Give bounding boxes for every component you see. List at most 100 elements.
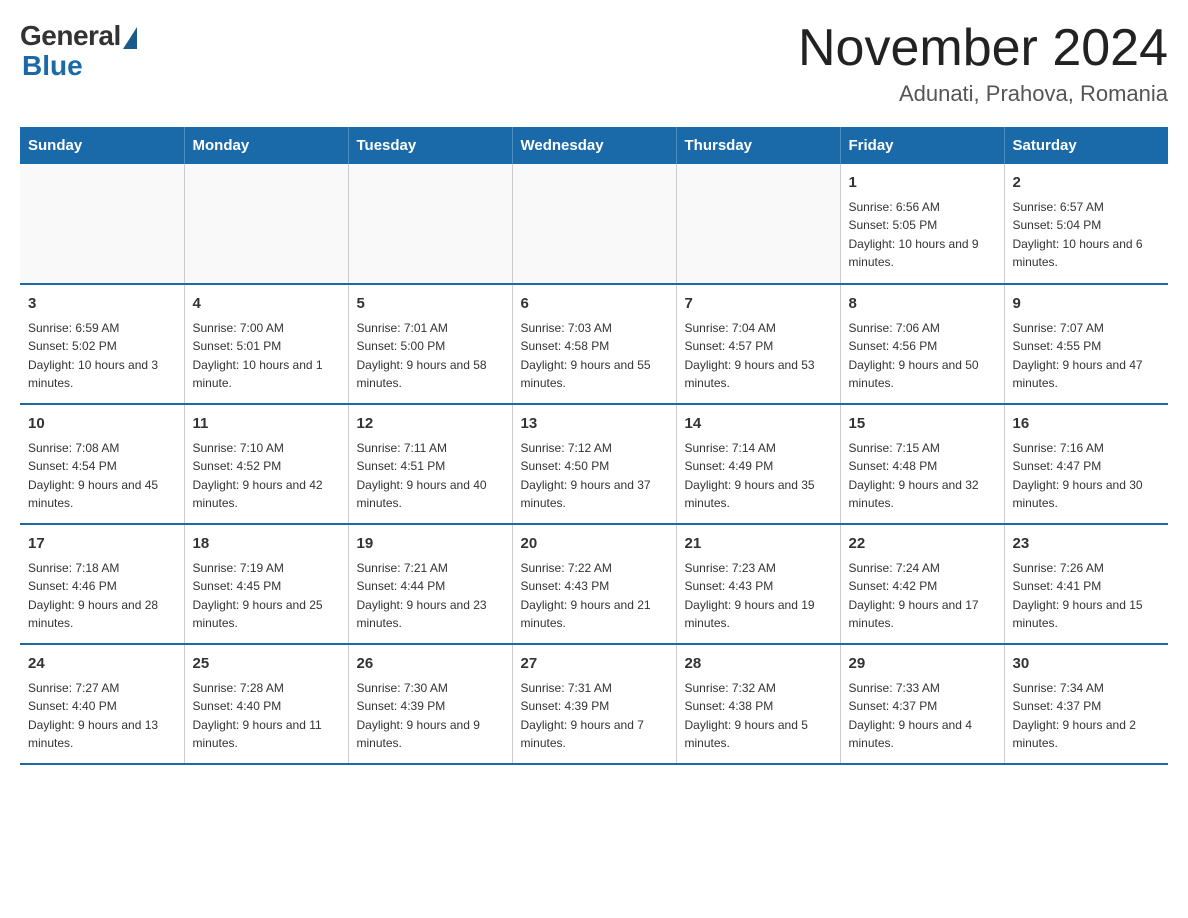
day-info: Sunrise: 7:07 AMSunset: 4:55 PMDaylight:…: [1013, 319, 1161, 393]
day-number: 7: [685, 293, 832, 316]
day-number: 23: [1013, 533, 1161, 556]
day-number: 28: [685, 653, 832, 676]
day-number: 11: [193, 413, 340, 436]
calendar-cell: 27Sunrise: 7:31 AMSunset: 4:39 PMDayligh…: [512, 644, 676, 764]
day-info: Sunrise: 7:27 AMSunset: 4:40 PMDaylight:…: [28, 679, 176, 753]
day-info: Sunrise: 7:34 AMSunset: 4:37 PMDaylight:…: [1013, 679, 1161, 753]
day-info: Sunrise: 7:18 AMSunset: 4:46 PMDaylight:…: [28, 559, 176, 633]
day-header-saturday: Saturday: [1004, 127, 1168, 164]
day-number: 6: [521, 293, 668, 316]
day-info: Sunrise: 6:56 AMSunset: 5:05 PMDaylight:…: [849, 198, 996, 272]
day-info: Sunrise: 7:12 AMSunset: 4:50 PMDaylight:…: [521, 439, 668, 513]
day-number: 19: [357, 533, 504, 556]
week-row-0: 1 Sunrise: 6:56 AMSunset: 5:05 PMDaylight…: [20, 164, 1168, 284]
calendar-cell: 20 Sunrise: 7:22 AMSunset: 4:43 PMDayligh…: [512, 524, 676, 644]
calendar-cell: 21Sunrise: 7:23 AMSunset: 4:43 PMDayligh…: [676, 524, 840, 644]
day-number: 29: [849, 653, 996, 676]
day-number: 20: [521, 533, 668, 556]
day-number: 17: [28, 533, 176, 556]
logo-triangle-icon: [123, 27, 137, 49]
calendar-cell: [348, 164, 512, 284]
day-info: Sunrise: 7:04 AMSunset: 4:57 PMDaylight:…: [685, 319, 832, 393]
day-number: 3: [28, 293, 176, 316]
day-number: 4: [193, 293, 340, 316]
day-header-friday: Friday: [840, 127, 1004, 164]
day-info: Sunrise: 7:19 AMSunset: 4:45 PMDaylight:…: [193, 559, 340, 633]
calendar-cell: 17 Sunrise: 7:18 AMSunset: 4:46 PMDayligh…: [20, 524, 184, 644]
calendar-cell: 6Sunrise: 7:03 AMSunset: 4:58 PMDaylight…: [512, 284, 676, 404]
calendar-cell: [184, 164, 348, 284]
day-number: 8: [849, 293, 996, 316]
day-header-monday: Monday: [184, 127, 348, 164]
day-info: Sunrise: 7:06 AMSunset: 4:56 PMDaylight:…: [849, 319, 996, 393]
day-header-tuesday: Tuesday: [348, 127, 512, 164]
day-number: 16: [1013, 413, 1161, 436]
week-row-3: 17 Sunrise: 7:18 AMSunset: 4:46 PMDayligh…: [20, 524, 1168, 644]
day-info: Sunrise: 7:01 AMSunset: 5:00 PMDaylight:…: [357, 319, 504, 393]
day-info: Sunrise: 7:22 AMSunset: 4:43 PMDaylight:…: [521, 559, 668, 633]
calendar-cell: 28 Sunrise: 7:32 AMSunset: 4:38 PMDayligh…: [676, 644, 840, 764]
day-header-thursday: Thursday: [676, 127, 840, 164]
day-number: 15: [849, 413, 996, 436]
calendar-cell: 5 Sunrise: 7:01 AMSunset: 5:00 PMDaylight…: [348, 284, 512, 404]
calendar-cell: 10 Sunrise: 7:08 AMSunset: 4:54 PMDayligh…: [20, 404, 184, 524]
day-number: 12: [357, 413, 504, 436]
calendar-cell: 15 Sunrise: 7:15 AMSunset: 4:48 PMDayligh…: [840, 404, 1004, 524]
logo-general-text: General: [20, 20, 121, 52]
day-number: 1: [849, 172, 996, 195]
day-number: 25: [193, 653, 340, 676]
day-number: 22: [849, 533, 996, 556]
day-info: Sunrise: 7:28 AMSunset: 4:40 PMDaylight:…: [193, 679, 340, 753]
day-info: Sunrise: 7:00 AMSunset: 5:01 PMDaylight:…: [193, 319, 340, 393]
calendar-cell: 12 Sunrise: 7:11 AMSunset: 4:51 PMDayligh…: [348, 404, 512, 524]
calendar-cell: 23 Sunrise: 7:26 AMSunset: 4:41 PMDayligh…: [1004, 524, 1168, 644]
day-info: Sunrise: 7:21 AMSunset: 4:44 PMDaylight:…: [357, 559, 504, 633]
day-info: Sunrise: 7:30 AMSunset: 4:39 PMDaylight:…: [357, 679, 504, 753]
calendar-cell: 18 Sunrise: 7:19 AMSunset: 4:45 PMDayligh…: [184, 524, 348, 644]
calendar-cell: 8 Sunrise: 7:06 AMSunset: 4:56 PMDaylight…: [840, 284, 1004, 404]
header-area: General Blue November 2024 Adunati, Prah…: [20, 20, 1168, 107]
day-info: Sunrise: 7:33 AMSunset: 4:37 PMDaylight:…: [849, 679, 996, 753]
calendar-cell: 13Sunrise: 7:12 AMSunset: 4:50 PMDayligh…: [512, 404, 676, 524]
calendar-cell: 26Sunrise: 7:30 AMSunset: 4:39 PMDayligh…: [348, 644, 512, 764]
calendar-cell: 29 Sunrise: 7:33 AMSunset: 4:37 PMDayligh…: [840, 644, 1004, 764]
day-info: Sunrise: 7:26 AMSunset: 4:41 PMDaylight:…: [1013, 559, 1161, 633]
day-info: Sunrise: 7:08 AMSunset: 4:54 PMDaylight:…: [28, 439, 176, 513]
week-row-4: 24 Sunrise: 7:27 AMSunset: 4:40 PMDayligh…: [20, 644, 1168, 764]
week-row-2: 10 Sunrise: 7:08 AMSunset: 4:54 PMDayligh…: [20, 404, 1168, 524]
logo-blue-text: Blue: [22, 50, 83, 82]
week-row-1: 3Sunrise: 6:59 AMSunset: 5:02 PMDaylight…: [20, 284, 1168, 404]
calendar-cell: 11 Sunrise: 7:10 AMSunset: 4:52 PMDayligh…: [184, 404, 348, 524]
day-number: 9: [1013, 293, 1161, 316]
day-info: Sunrise: 7:31 AMSunset: 4:39 PMDaylight:…: [521, 679, 668, 753]
day-number: 30: [1013, 653, 1161, 676]
day-info: Sunrise: 7:32 AMSunset: 4:38 PMDaylight:…: [685, 679, 832, 753]
subtitle: Adunati, Prahova, Romania: [798, 81, 1168, 107]
day-number: 18: [193, 533, 340, 556]
title-area: November 2024 Adunati, Prahova, Romania: [798, 20, 1168, 107]
calendar-cell: 14Sunrise: 7:14 AMSunset: 4:49 PMDayligh…: [676, 404, 840, 524]
calendar-cell: 22Sunrise: 7:24 AMSunset: 4:42 PMDayligh…: [840, 524, 1004, 644]
calendar-cell: 2 Sunrise: 6:57 AMSunset: 5:04 PMDaylight…: [1004, 164, 1168, 284]
calendar-header: SundayMondayTuesdayWednesdayThursdayFrid…: [20, 127, 1168, 164]
calendar-body: 1 Sunrise: 6:56 AMSunset: 5:05 PMDaylight…: [20, 164, 1168, 764]
day-number: 5: [357, 293, 504, 316]
calendar-cell: 19 Sunrise: 7:21 AMSunset: 4:44 PMDayligh…: [348, 524, 512, 644]
day-info: Sunrise: 6:57 AMSunset: 5:04 PMDaylight:…: [1013, 198, 1161, 272]
day-info: Sunrise: 7:23 AMSunset: 4:43 PMDaylight:…: [685, 559, 832, 633]
day-number: 10: [28, 413, 176, 436]
day-info: Sunrise: 7:16 AMSunset: 4:47 PMDaylight:…: [1013, 439, 1161, 513]
logo: General Blue: [20, 20, 137, 82]
days-row: SundayMondayTuesdayWednesdayThursdayFrid…: [20, 127, 1168, 164]
day-info: Sunrise: 7:15 AMSunset: 4:48 PMDaylight:…: [849, 439, 996, 513]
day-info: Sunrise: 7:10 AMSunset: 4:52 PMDaylight:…: [193, 439, 340, 513]
day-number: 24: [28, 653, 176, 676]
day-info: Sunrise: 7:11 AMSunset: 4:51 PMDaylight:…: [357, 439, 504, 513]
day-number: 2: [1013, 172, 1161, 195]
calendar-cell: [512, 164, 676, 284]
day-header-wednesday: Wednesday: [512, 127, 676, 164]
calendar-cell: 30 Sunrise: 7:34 AMSunset: 4:37 PMDayligh…: [1004, 644, 1168, 764]
calendar-cell: 24 Sunrise: 7:27 AMSunset: 4:40 PMDayligh…: [20, 644, 184, 764]
page-title: November 2024: [798, 20, 1168, 77]
calendar-cell: 7 Sunrise: 7:04 AMSunset: 4:57 PMDaylight…: [676, 284, 840, 404]
